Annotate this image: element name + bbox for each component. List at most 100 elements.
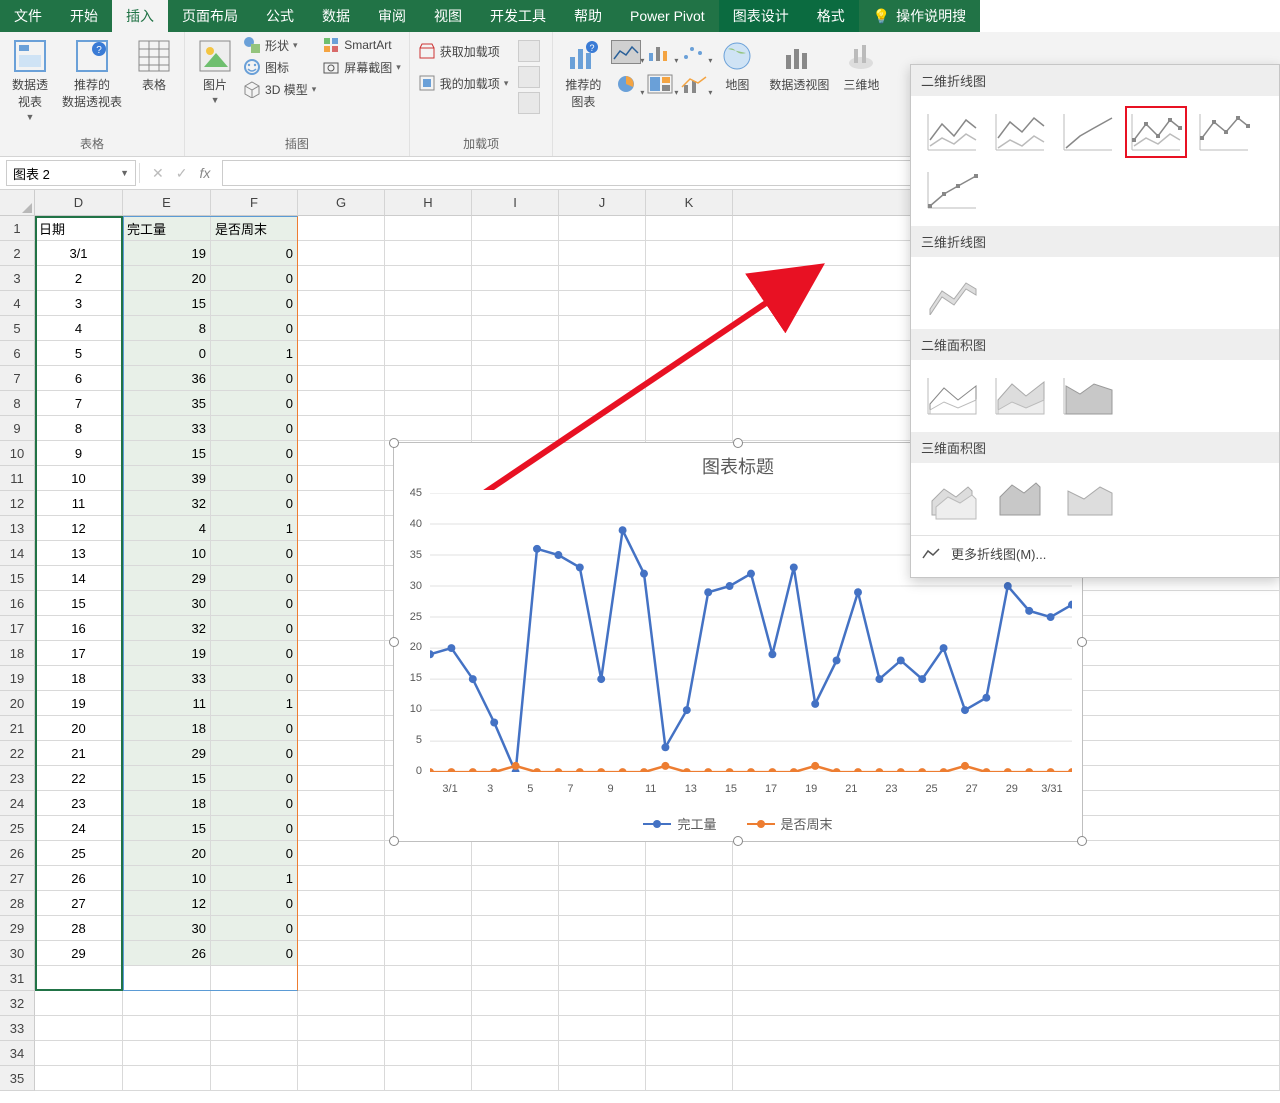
row-header-7[interactable]: 7 (0, 366, 35, 391)
combo-chart-button[interactable]: ▾ (679, 72, 709, 96)
cell[interactable]: 9 (35, 441, 123, 466)
cell[interactable] (298, 566, 385, 591)
cell[interactable]: 5 (35, 341, 123, 366)
cell[interactable] (298, 1041, 385, 1066)
cell[interactable]: 3/1 (35, 241, 123, 266)
cell[interactable]: 0 (211, 541, 298, 566)
cell[interactable]: 30 (123, 591, 211, 616)
cell[interactable] (559, 841, 646, 866)
tab-powerpivot[interactable]: Power Pivot (616, 0, 719, 32)
cell[interactable] (559, 366, 646, 391)
cell[interactable]: 0 (211, 591, 298, 616)
cell[interactable]: 3 (35, 291, 123, 316)
cell[interactable] (298, 991, 385, 1016)
row-header-13[interactable]: 13 (0, 516, 35, 541)
tab-data[interactable]: 数据 (308, 0, 364, 32)
map3d-button[interactable]: 三维地 (839, 36, 883, 95)
row-header-17[interactable]: 17 (0, 616, 35, 641)
cell[interactable]: 0 (211, 491, 298, 516)
cell[interactable]: 15 (123, 441, 211, 466)
cell[interactable] (559, 266, 646, 291)
cell[interactable] (559, 291, 646, 316)
line-chart-option-2[interactable] (989, 106, 1051, 158)
cell[interactable] (298, 1066, 385, 1091)
cell[interactable]: 15 (35, 591, 123, 616)
cell[interactable] (35, 991, 123, 1016)
cell[interactable] (123, 1041, 211, 1066)
cell[interactable]: 4 (123, 516, 211, 541)
select-all-corner[interactable] (0, 190, 35, 216)
cell[interactable]: 0 (211, 891, 298, 916)
cell[interactable]: 20 (35, 716, 123, 741)
cell[interactable]: 30 (123, 916, 211, 941)
cell[interactable] (472, 866, 559, 891)
cell[interactable] (472, 241, 559, 266)
cell[interactable] (298, 441, 385, 466)
legend-item-1[interactable]: 完工量 (643, 814, 716, 833)
screenshot-button[interactable]: 屏幕截图▾ (322, 58, 401, 76)
model3d-button[interactable]: 3D 模型▾ (243, 80, 316, 98)
cell[interactable]: 20 (123, 841, 211, 866)
cell[interactable] (298, 766, 385, 791)
visio-icon[interactable] (518, 92, 540, 114)
row-header-3[interactable]: 3 (0, 266, 35, 291)
name-box[interactable]: 图表 2 ▼ (6, 160, 136, 186)
cell[interactable]: 27 (35, 891, 123, 916)
cell[interactable]: 33 (123, 416, 211, 441)
area3d-option-3[interactable] (1057, 473, 1119, 525)
cell[interactable] (385, 866, 472, 891)
row-header-25[interactable]: 25 (0, 816, 35, 841)
fx-icon[interactable]: fx (199, 165, 210, 182)
cell[interactable]: 0 (211, 716, 298, 741)
row-header-32[interactable]: 32 (0, 991, 35, 1016)
row-header-5[interactable]: 5 (0, 316, 35, 341)
cell[interactable]: 18 (123, 716, 211, 741)
row-header-22[interactable]: 22 (0, 741, 35, 766)
cell[interactable] (298, 741, 385, 766)
cell[interactable] (123, 1066, 211, 1091)
col-header-I[interactable]: I (472, 190, 559, 216)
row-header-28[interactable]: 28 (0, 891, 35, 916)
cell[interactable]: 19 (35, 691, 123, 716)
cell[interactable] (472, 291, 559, 316)
pie-chart-button[interactable]: ▾ (611, 72, 641, 96)
row-header-2[interactable]: 2 (0, 241, 35, 266)
cell[interactable] (472, 391, 559, 416)
cell[interactable] (385, 241, 472, 266)
cell[interactable] (559, 391, 646, 416)
cell[interactable] (559, 216, 646, 241)
cell[interactable] (472, 1016, 559, 1041)
cell[interactable] (646, 416, 733, 441)
map-button[interactable]: 地图 (715, 36, 759, 95)
cell[interactable] (646, 291, 733, 316)
chart-handle[interactable] (733, 836, 743, 846)
tab-review[interactable]: 审阅 (364, 0, 420, 32)
row-header-15[interactable]: 15 (0, 566, 35, 591)
cell[interactable] (646, 941, 733, 966)
cell[interactable] (472, 991, 559, 1016)
cell[interactable] (646, 1066, 733, 1091)
more-line-charts[interactable]: 更多折线图(M)... (911, 535, 1279, 571)
cell[interactable]: 35 (123, 391, 211, 416)
cell[interactable] (559, 891, 646, 916)
row-header-1[interactable]: 1 (0, 216, 35, 241)
cell[interactable] (559, 241, 646, 266)
cell[interactable]: 12 (123, 891, 211, 916)
cell[interactable]: 21 (35, 741, 123, 766)
tab-tellme[interactable]: 💡 操作说明搜 (859, 0, 980, 32)
icons-button[interactable]: 图标 (243, 58, 316, 76)
cell[interactable] (472, 891, 559, 916)
cell[interactable] (559, 416, 646, 441)
cell[interactable] (385, 391, 472, 416)
cell[interactable]: 是否周末 (211, 216, 298, 241)
tab-chartdesign[interactable]: 图表设计 (719, 0, 803, 32)
cell[interactable]: 26 (123, 941, 211, 966)
line-chart-option-1[interactable] (921, 106, 983, 158)
tab-view[interactable]: 视图 (420, 0, 476, 32)
cell[interactable] (559, 991, 646, 1016)
cell[interactable] (646, 266, 733, 291)
cell[interactable]: 32 (123, 616, 211, 641)
cell[interactable] (646, 391, 733, 416)
hier-chart-button[interactable]: ▾ (645, 72, 675, 96)
cell[interactable]: 1 (211, 516, 298, 541)
